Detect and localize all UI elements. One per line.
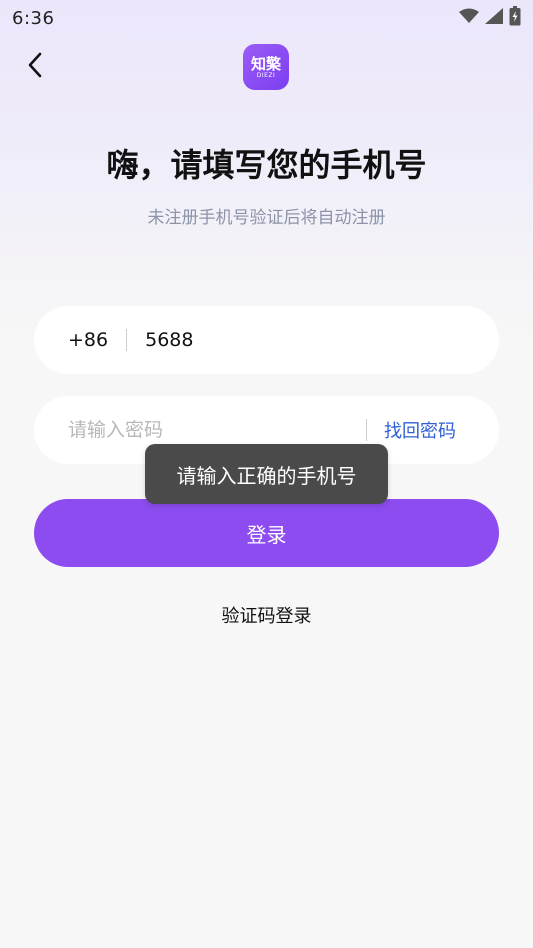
field-divider xyxy=(366,419,367,441)
sms-login-link[interactable]: 验证码登录 xyxy=(0,602,533,628)
status-bar: 6:36 xyxy=(0,0,533,36)
back-button[interactable] xyxy=(18,50,52,84)
toast-message: 请输入正确的手机号 xyxy=(145,444,388,504)
status-time: 6:36 xyxy=(12,7,55,29)
phone-field[interactable]: +86 xyxy=(34,306,499,374)
logo-subtext: DIEZI xyxy=(256,71,276,79)
wifi-icon xyxy=(459,8,479,28)
forgot-password-link[interactable]: 找回密码 xyxy=(384,417,456,443)
status-icons xyxy=(459,6,521,30)
page-title: 嗨，请填写您的手机号 xyxy=(106,146,427,184)
battery-icon xyxy=(509,6,521,30)
password-input[interactable] xyxy=(68,419,358,441)
login-button[interactable]: 登录 xyxy=(34,499,499,567)
signal-icon xyxy=(485,8,503,28)
app-logo: 知檠 DIEZI xyxy=(243,44,289,90)
field-divider xyxy=(126,329,128,351)
country-code[interactable]: +86 xyxy=(68,329,108,351)
chevron-left-icon xyxy=(27,52,43,82)
logo-text: 知檠 xyxy=(250,54,281,73)
page-subtitle: 未注册手机号验证后将自动注册 xyxy=(147,208,386,228)
phone-input[interactable] xyxy=(145,329,446,351)
